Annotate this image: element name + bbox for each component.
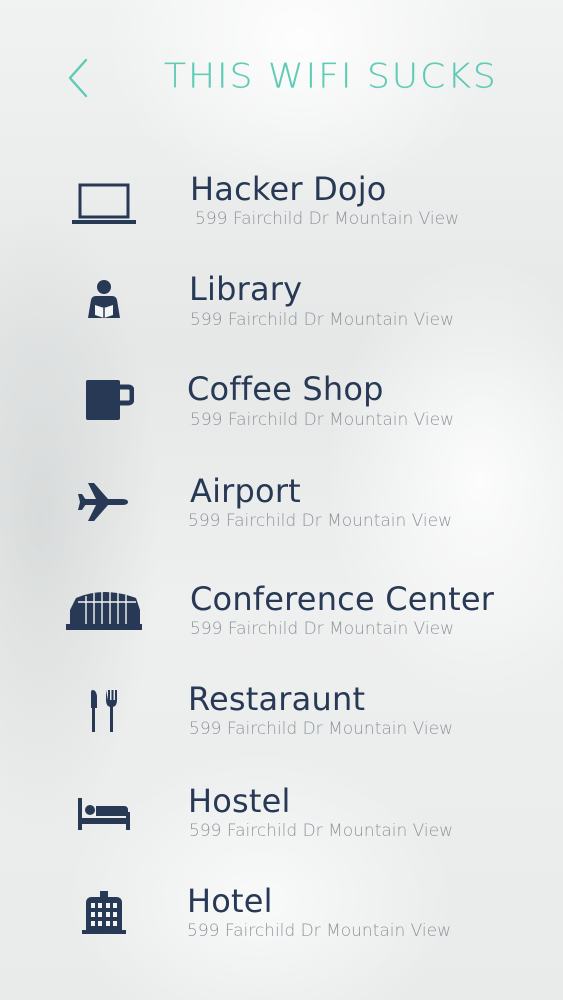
place-address: 599 Fairchild Dr Mountain View bbox=[190, 619, 455, 639]
place-name: Library bbox=[189, 270, 303, 308]
list-item-library[interactable]: Library 599 Fairchild Dr Mountain View bbox=[0, 268, 563, 356]
place-address: 599 Fairchild Dr Mountain View bbox=[189, 821, 454, 841]
bed-icon bbox=[64, 782, 144, 842]
place-name: Hotel bbox=[187, 882, 273, 920]
place-name: Restaraunt bbox=[188, 680, 366, 718]
back-button[interactable] bbox=[62, 56, 98, 100]
place-name: Hostel bbox=[188, 782, 291, 820]
place-name: Coffee Shop bbox=[187, 370, 384, 408]
place-address: 599 Fairchild Dr Mountain View bbox=[189, 719, 454, 739]
place-address: 599 Fairchild Dr Mountain View bbox=[195, 209, 460, 229]
hotel-building-icon bbox=[64, 882, 144, 942]
airplane-icon bbox=[64, 472, 144, 532]
chevron-left-icon bbox=[68, 58, 88, 98]
place-address: 599 Fairchild Dr Mountain View bbox=[190, 310, 455, 330]
place-address: 599 Fairchild Dr Mountain View bbox=[187, 921, 452, 941]
place-name: Airport bbox=[190, 472, 301, 510]
conference-building-icon bbox=[64, 578, 144, 638]
list-item-hostel[interactable]: Hostel 599 Fairchild Dr Mountain View bbox=[0, 780, 563, 868]
place-address: 599 Fairchild Dr Mountain View bbox=[190, 410, 455, 430]
list-item-coffee-shop[interactable]: Coffee Shop 599 Fairchild Dr Mountain Vi… bbox=[0, 368, 563, 456]
list-item-hotel[interactable]: Hotel 599 Fairchild Dr Mountain View bbox=[0, 880, 563, 968]
list-item-airport[interactable]: Airport 599 Fairchild Dr Mountain View bbox=[0, 470, 563, 558]
header: THIS WIFI SUCKS bbox=[0, 0, 563, 150]
fork-knife-icon bbox=[64, 680, 144, 740]
place-name: Hacker Dojo bbox=[190, 170, 387, 208]
coffee-mug-icon bbox=[68, 370, 148, 430]
list-item-conference-center[interactable]: Conference Center 599 Fairchild Dr Mount… bbox=[0, 578, 563, 666]
place-address: 599 Fairchild Dr Mountain View bbox=[188, 511, 453, 531]
laptop-icon bbox=[64, 174, 144, 234]
list-item-hacker-dojo[interactable]: Hacker Dojo 599 Fairchild Dr Mountain Vi… bbox=[0, 166, 563, 254]
page-title: THIS WIFI SUCKS bbox=[164, 56, 498, 96]
list-item-restaraunt[interactable]: Restaraunt 599 Fairchild Dr Mountain Vie… bbox=[0, 678, 563, 766]
reader-icon bbox=[64, 270, 144, 330]
place-name: Conference Center bbox=[190, 580, 495, 618]
